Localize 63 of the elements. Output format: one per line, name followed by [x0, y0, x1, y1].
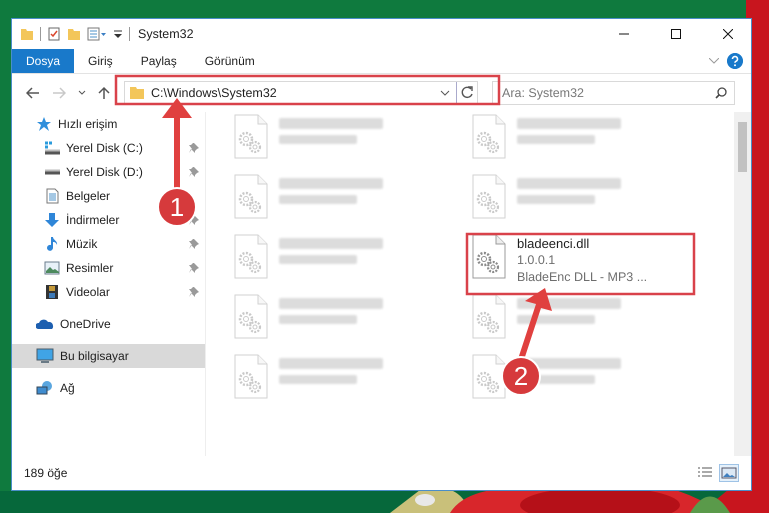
properties-icon[interactable] — [87, 27, 107, 41]
ribbon-tab[interactable]: Giriş — [74, 49, 127, 73]
chevron-icon — [78, 90, 86, 96]
ribbon-tab[interactable]: Paylaş — [126, 49, 191, 73]
file-gear-icon — [471, 294, 507, 340]
file-gear-icon — [233, 234, 269, 280]
large-icons-view-icon — [721, 466, 737, 480]
picture-icon — [44, 260, 60, 276]
network-icon — [36, 380, 54, 396]
drive-icon — [44, 169, 60, 175]
sidebar-label[interactable]: İndirmeler — [66, 213, 120, 227]
step-number-badge: 1 — [157, 187, 197, 227]
file-detail: 1.0.0.1 — [517, 252, 556, 269]
large-icons-view-button[interactable] — [719, 464, 739, 482]
sidebar-label[interactable]: Hızlı erişim — [58, 117, 118, 131]
scroll-thumb[interactable] — [738, 122, 747, 172]
sidebar-label[interactable]: Yerel Disk (D:) — [66, 165, 143, 179]
file-gear-icon — [471, 354, 507, 400]
dropdown-icon[interactable] — [440, 90, 450, 96]
sidebar-label[interactable]: Müzik — [66, 237, 98, 251]
search-icon[interactable] — [715, 87, 727, 99]
scrollbar[interactable] — [734, 112, 751, 456]
close-icon — [723, 29, 733, 39]
file-gear-icon — [233, 294, 269, 340]
film-icon — [44, 284, 60, 300]
sidebar-label[interactable]: Ağ — [60, 381, 75, 395]
back-arrow-icon — [26, 87, 40, 99]
ribbon-tab[interactable]: Görünüm — [190, 49, 269, 73]
checklist-icon[interactable] — [47, 27, 61, 41]
up-arrow-icon — [98, 86, 110, 100]
forward-arrow-icon — [52, 87, 66, 99]
sidebar-label[interactable]: Bu bilgisayar — [60, 349, 129, 363]
computer-icon — [36, 348, 54, 364]
folder-icon — [129, 86, 145, 100]
sidebar-label[interactable]: Belgeler — [66, 189, 110, 203]
file-gear-icon — [233, 114, 269, 160]
drive-icon — [44, 141, 60, 155]
document-icon — [44, 188, 60, 204]
chevron-icon[interactable] — [709, 58, 719, 64]
address-field[interactable]: C:\Windows\System32 — [124, 81, 478, 105]
maximize-icon — [671, 29, 681, 39]
file-name[interactable]: bladeenci.dll — [517, 235, 648, 252]
step-number-badge: 2 — [501, 356, 541, 396]
star-icon — [36, 116, 52, 132]
selected-sidebar-row[interactable]: Bu bilgisayar — [12, 344, 205, 368]
download-arrow-icon — [44, 212, 60, 228]
sidebar-label[interactable]: OneDrive — [60, 317, 111, 331]
sidebar-label[interactable]: Yerel Disk (C:) — [66, 141, 143, 155]
file-gear-icon — [233, 354, 269, 400]
file-gear-icon — [471, 234, 507, 280]
file-gear-icon — [233, 174, 269, 220]
window-title: System32 — [138, 27, 194, 41]
sidebar-label[interactable]: Videolar — [66, 285, 110, 299]
music-note-icon — [44, 236, 60, 252]
search-field[interactable]: Ara: System32 — [492, 81, 735, 105]
minimize-icon — [619, 33, 629, 35]
ribbon-tab[interactable]: Dosya — [12, 49, 74, 73]
sidebar-label[interactable]: Resimler — [66, 261, 114, 275]
file-detail: BladeEnc DLL - MP3 ... — [517, 269, 648, 286]
file-gear-icon — [471, 174, 507, 220]
item-count: 189 öğe — [24, 466, 68, 480]
help-icon[interactable] — [727, 53, 743, 69]
file-gear-icon — [471, 114, 507, 160]
